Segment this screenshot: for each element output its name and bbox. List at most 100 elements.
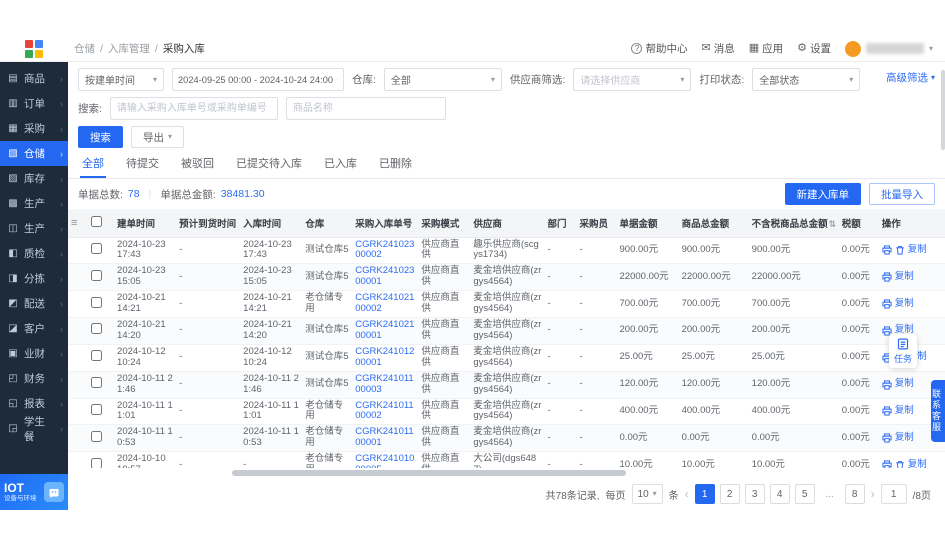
copy-link[interactable]: 复制 (908, 460, 927, 468)
breadcrumb-item[interactable]: 入库管理 (108, 41, 150, 56)
column-header: 供应商 (470, 209, 544, 237)
row-checkbox[interactable] (91, 458, 102, 468)
batch-import-button[interactable]: 批量导入 (869, 183, 935, 205)
prev-page-button[interactable]: ‹ (685, 487, 689, 501)
advanced-filter-link[interactable]: 高级筛选 ▾ (886, 70, 935, 85)
row-checkbox[interactable] (91, 270, 102, 281)
column-settings-icon[interactable]: ≡ (71, 217, 77, 229)
tab-5[interactable]: 已删除 (377, 155, 414, 178)
task-fab[interactable]: 任务 (889, 334, 917, 368)
order-no-link[interactable]: CGRK241021 00002 (352, 291, 418, 318)
tab-3[interactable]: 已提交待入库 (234, 155, 304, 178)
tab-4[interactable]: 已入库 (322, 155, 359, 178)
print-icon[interactable] (882, 380, 892, 390)
settings-action[interactable]: ⚙ 设置 (797, 41, 831, 56)
page-button-1[interactable]: 1 (695, 484, 715, 504)
page-button-2[interactable]: 2 (720, 484, 740, 504)
search-input[interactable] (110, 97, 278, 120)
copy-link[interactable]: 复制 (895, 272, 914, 283)
select-all-checkbox[interactable] (91, 216, 102, 227)
row-checkbox[interactable] (91, 377, 102, 388)
sidebar-item-production-2[interactable]: ◫ 生产 › (0, 216, 68, 241)
row-checkbox[interactable] (91, 350, 102, 361)
print-icon[interactable] (882, 245, 892, 255)
contact-support-fab[interactable]: 联系客服 (931, 380, 945, 442)
copy-link[interactable]: 复制 (895, 379, 914, 390)
row-checkbox[interactable] (91, 404, 102, 415)
copy-link[interactable]: 复制 (895, 433, 914, 444)
sidebar-item-finance[interactable]: ◰ 财务 › (0, 366, 68, 391)
delete-icon[interactable] (895, 245, 905, 255)
date-range-picker[interactable]: 2024-09-25 00:00 - 2024-10-24 24:00 (172, 68, 344, 91)
sidebar-item-goods[interactable]: ▤ 商品 › (0, 66, 68, 91)
sidebar-item-customer[interactable]: ◪ 客户 › (0, 316, 68, 341)
per-page-select[interactable]: 10 ▾ (632, 484, 663, 504)
sidebar-item-stock[interactable]: ▨ 库存 › (0, 166, 68, 191)
cell-purchase-mode: 供应商直供 (418, 237, 470, 264)
time-type-select[interactable]: 按建单时间 ▾ (78, 68, 164, 91)
print-status-select[interactable]: 全部状态 ▾ (752, 68, 860, 91)
search-button[interactable]: 搜索 (78, 126, 123, 148)
row-checkbox[interactable] (91, 297, 102, 308)
order-no-link[interactable]: CGRK241011 00002 (352, 398, 418, 425)
page-button-4[interactable]: 4 (770, 484, 790, 504)
sidebar-item-purchase[interactable]: ▦ 采购 › (0, 116, 68, 141)
print-icon[interactable] (882, 272, 892, 282)
order-no-link[interactable]: CGRK241023 00001 (352, 264, 418, 291)
create-inbound-button[interactable]: 新建入库单 (785, 183, 862, 205)
print-icon[interactable] (882, 460, 892, 468)
page-button-3[interactable]: 3 (745, 484, 765, 504)
sidebar-item-student-meal[interactable]: ◲ 学生餐 › (0, 416, 68, 441)
sidebar-item-production-1[interactable]: ▩ 生产 › (0, 191, 68, 216)
warehouse-select[interactable]: 全部 ▾ (384, 68, 502, 91)
order-no-link[interactable]: CGRK241012 00001 (352, 344, 418, 371)
row-checkbox[interactable] (91, 431, 102, 442)
help-action[interactable]: ? 帮助中心 (631, 41, 687, 56)
sidebar-item-sorting[interactable]: ◨ 分拣 › (0, 266, 68, 291)
product-name-input[interactable] (286, 97, 446, 120)
export-button[interactable]: 导出 ▾ (131, 126, 184, 148)
sidebar-item-delivery[interactable]: ◩ 配送 › (0, 291, 68, 316)
row-checkbox[interactable] (91, 243, 102, 254)
horizontal-scrollbar-thumb[interactable] (232, 470, 626, 476)
print-icon[interactable] (882, 406, 892, 416)
print-icon[interactable] (882, 299, 892, 309)
apps-action[interactable]: ▦ 应用 (749, 41, 783, 56)
sidebar-item-order[interactable]: ▥ 订单 › (0, 91, 68, 116)
sidebar-item-quality[interactable]: ◧ 质检 › (0, 241, 68, 266)
copy-link[interactable]: 复制 (908, 245, 927, 256)
summary-bar: 单据总数: 78 | 单据总金额: 38481.30 新建入库单 批量导入 (68, 179, 945, 209)
tab-1[interactable]: 待提交 (124, 155, 161, 178)
supplier-select[interactable]: 请选择供应商 ▾ (573, 68, 691, 91)
copy-link[interactable]: 复制 (895, 406, 914, 417)
page-button-5[interactable]: 5 (795, 484, 815, 504)
order-no-link[interactable]: CGRK241011 00003 (352, 371, 418, 398)
copy-link[interactable]: 复制 (895, 299, 914, 310)
tab-2[interactable]: 被驳回 (179, 155, 216, 178)
order-no-link[interactable]: CGRK241011 00001 (352, 425, 418, 452)
vertical-scrollbar[interactable] (941, 62, 945, 510)
next-page-button[interactable]: › (871, 487, 875, 501)
message-action[interactable]: ✉ 消息 (701, 41, 734, 56)
order-no-link[interactable]: CGRK241010 00005 (352, 452, 418, 468)
sidebar-item-business-finance[interactable]: ▣ 业财 › (0, 341, 68, 366)
sidebar-item-report[interactable]: ◱ 报表 › (0, 391, 68, 416)
order-no-link[interactable]: CGRK241023 00002 (352, 237, 418, 264)
page-jump-input[interactable] (881, 484, 907, 504)
production-1-icon: ▩ (7, 198, 19, 209)
tab-0[interactable]: 全部 (80, 155, 106, 178)
vertical-scrollbar-thumb[interactable] (941, 70, 945, 150)
sort-icon[interactable]: ⇅ (829, 219, 837, 229)
order-no-link[interactable]: CGRK241021 00001 (352, 318, 418, 345)
row-checkbox[interactable] (91, 323, 102, 334)
delete-icon[interactable] (895, 460, 905, 468)
cell-department: - (544, 398, 576, 425)
page-button-8[interactable]: 8 (845, 484, 865, 504)
breadcrumb-item[interactable]: 仓储 (74, 41, 95, 56)
iot-footer[interactable]: IOT 设备与环境 (0, 474, 68, 510)
user-menu[interactable]: ▾ (845, 41, 933, 57)
sidebar-item-warehouse[interactable]: ▧ 仓储 › (0, 141, 68, 166)
horizontal-scrollbar[interactable] (78, 469, 935, 477)
print-icon[interactable] (882, 433, 892, 443)
sidebar-item-label: 报表 (24, 396, 45, 411)
